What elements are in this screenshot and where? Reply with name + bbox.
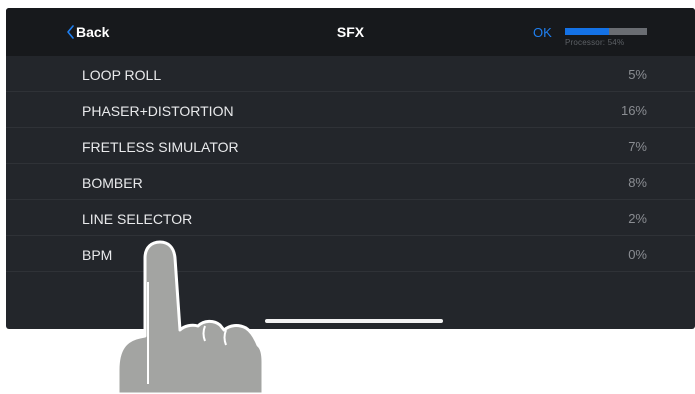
- pointing-hand-icon: [116, 240, 265, 394]
